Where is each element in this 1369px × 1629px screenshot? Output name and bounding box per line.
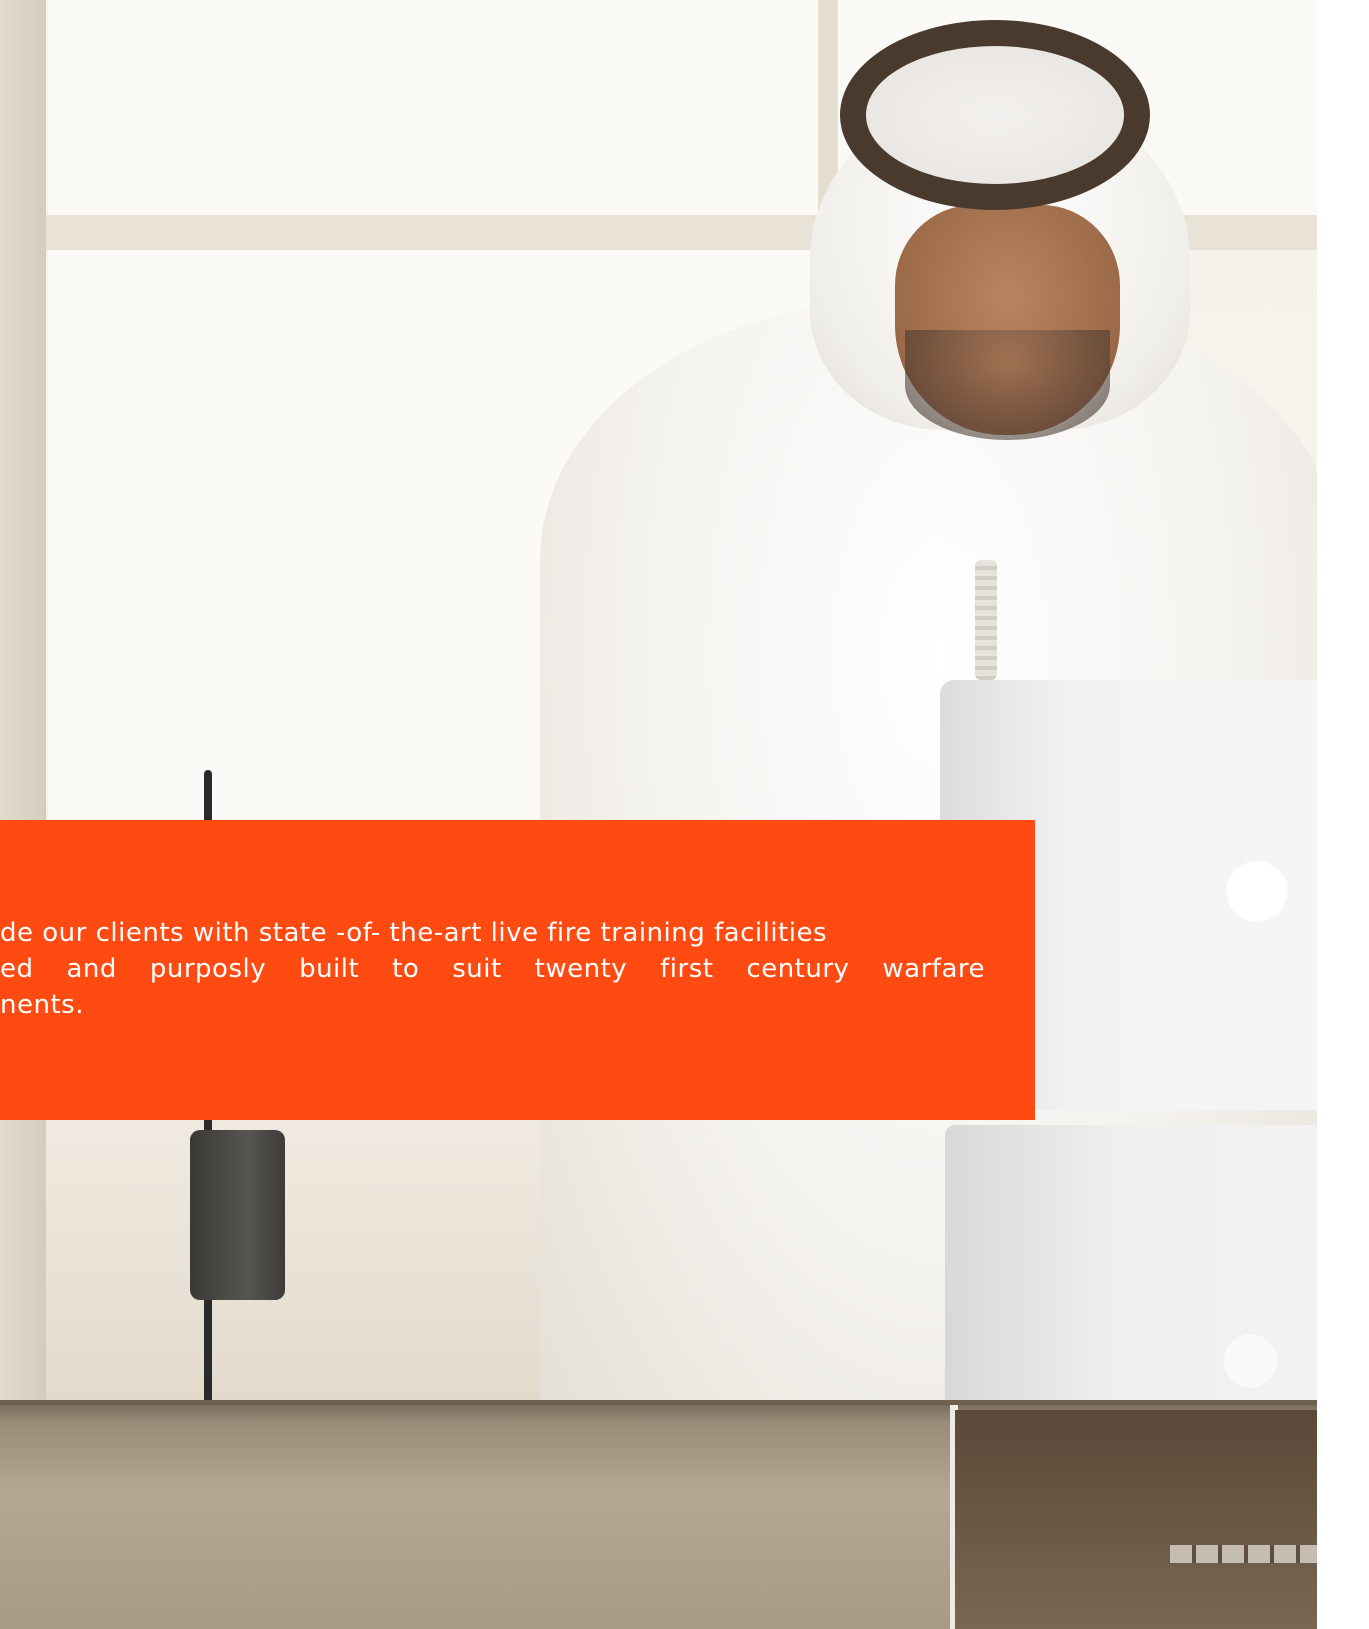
mission-line-3: nents.: [0, 990, 84, 1020]
apple-logo-icon: ●: [1222, 838, 1292, 931]
mission-line-2: ed and purposly built to suit twenty fir…: [0, 954, 985, 984]
person-agal: [840, 20, 1150, 210]
desk-panel-right: [955, 1410, 1369, 1629]
laptop-screen-bottom: ●: [945, 1125, 1369, 1410]
page-right-margin: [1317, 0, 1369, 1629]
radio-body: [190, 1130, 285, 1300]
mission-card: de our clients with state -of- the-art l…: [0, 820, 1035, 1120]
window-frame-left: [0, 0, 46, 1470]
kandura-tassel: [975, 560, 997, 680]
hero-section: ● ● de our clients with state -of- the-a…: [0, 0, 1369, 1629]
mission-line-1: de our clients with state -of- the-art l…: [0, 918, 828, 948]
mission-statement: de our clients with state -of- the-art l…: [0, 915, 985, 1023]
window-pane: [48, 0, 818, 215]
person-beard: [905, 330, 1110, 440]
apple-logo-icon: ●: [1220, 1314, 1282, 1396]
